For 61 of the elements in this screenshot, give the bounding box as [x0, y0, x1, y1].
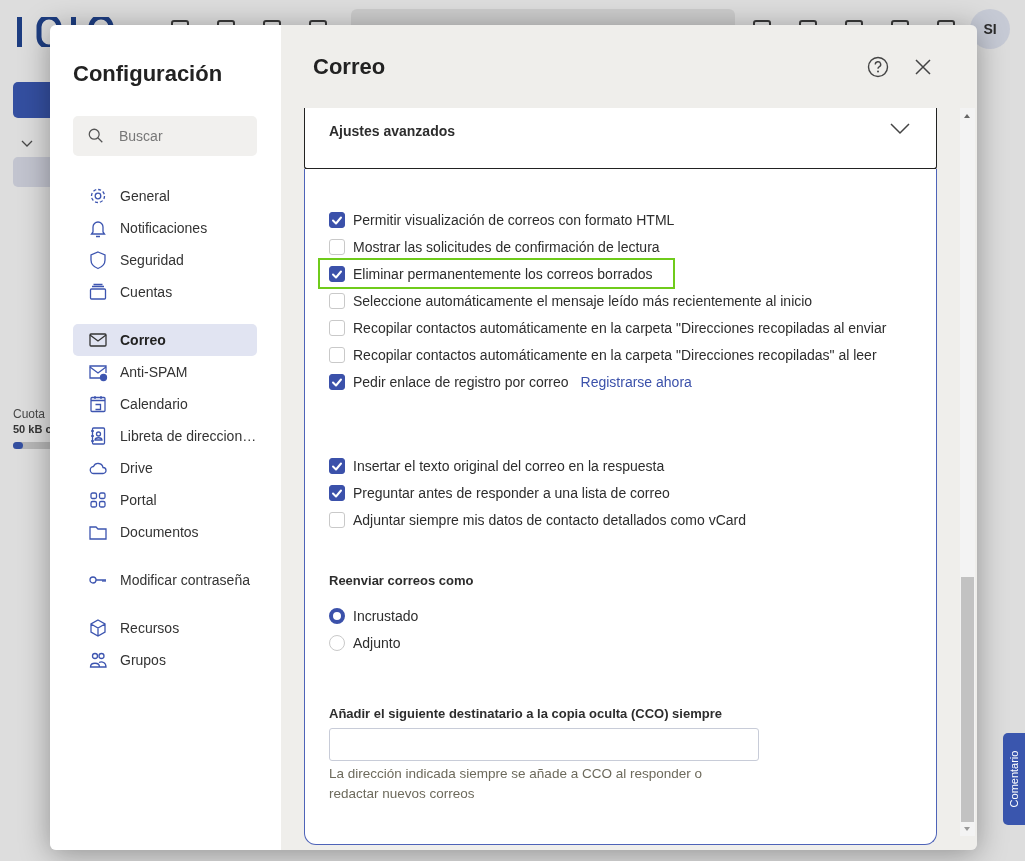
checkbox-label: Recopilar contactos automáticamente en la carpeta "Direcciones recopiladas al enviar	[353, 319, 887, 336]
checkbox-label: Mostrar las solicitudes de confirmación de lectura	[353, 238, 660, 255]
nav-item[interactable]: Anti-SPAM	[73, 356, 257, 388]
nav-item[interactable]: Seguridad	[73, 244, 257, 276]
nav-item[interactable]: Correo	[73, 324, 257, 356]
nav-item[interactable]: Libreta de direccion…	[73, 420, 257, 452]
checkbox[interactable]	[329, 373, 345, 390]
section-title: Correo	[313, 53, 387, 80]
checkbox-label: Seleccione automáticamente el mensaje leído más recientemente al inicio	[353, 292, 813, 309]
nav-item[interactable]: Documentos	[73, 516, 257, 548]
feedback-tab[interactable]: Comentario	[1003, 733, 1025, 825]
nav-item[interactable]: Cuentas	[73, 276, 257, 308]
input-field[interactable]	[329, 728, 759, 761]
help-icon[interactable]	[867, 55, 889, 78]
search-field[interactable]: Buscar	[73, 116, 257, 156]
radio-button[interactable]	[329, 607, 345, 624]
grid-icon	[88, 490, 108, 510]
people-icon	[88, 650, 108, 670]
close-icon[interactable]	[913, 56, 933, 77]
checkbox[interactable]	[329, 457, 345, 474]
section-header-title: Ajustes avanzados	[329, 123, 456, 139]
section-header[interactable]: Ajustes avanzados	[304, 108, 937, 170]
link[interactable]: Registrarse ahora	[580, 373, 692, 390]
nav-item[interactable]: Notificaciones	[73, 212, 257, 244]
search-icon	[87, 127, 105, 145]
chevron-down-icon[interactable]	[21, 140, 33, 147]
chevron-down-icon[interactable]	[890, 123, 910, 135]
radio-label: Adjunto	[353, 634, 401, 651]
checkbox[interactable]	[329, 211, 345, 228]
checkbox-label: Insertar el texto original del correo en la respuesta	[353, 457, 665, 474]
nav-item[interactable]: Calendario	[73, 388, 257, 420]
nav-item[interactable]: Recursos	[73, 612, 257, 644]
checkbox-label: Recopilar contactos automáticamente en la carpeta "Direcciones recopiladas" al leer	[353, 346, 877, 363]
nav-item[interactable]: General	[73, 180, 257, 212]
stacked-tray-icon	[88, 282, 108, 302]
quota-label: Cuota	[13, 407, 46, 421]
nav-item[interactable]: Portal	[73, 484, 257, 516]
checkbox-label: Pedir enlace de registro por correo	[353, 373, 569, 390]
group-label: Reenviar correos como	[329, 573, 475, 588]
shield-icon	[88, 250, 108, 270]
bell-icon	[88, 218, 108, 238]
calendar-icon	[88, 394, 108, 414]
gear-icon	[88, 186, 108, 206]
envelope-minus-icon	[88, 362, 108, 382]
checkbox[interactable]	[329, 265, 345, 282]
envelope-icon	[88, 330, 108, 350]
nav-item[interactable]: Modificar contraseña	[73, 564, 257, 596]
checkbox-label: Eliminar permanentemente los correos borrados	[353, 265, 653, 282]
dialog-title: Configuración	[73, 61, 224, 87]
checkbox[interactable]	[329, 484, 345, 501]
checkbox-label: Permitir visualización de correos con formato HTML	[353, 211, 675, 228]
hint-text: La dirección indicada siempre se añade a CCO al responder o redactar nuevos correos	[329, 765, 703, 803]
radio-label: Incrustado	[353, 607, 419, 624]
contact-book-icon	[88, 426, 108, 446]
checkbox-label: Adjuntar siempre mis datos de contacto detallados como vCard	[353, 511, 746, 528]
field-label: Añadir el siguiente destinatario a la copia oculta (CCO) siempre	[329, 706, 723, 721]
nav-item[interactable]: Grupos	[73, 644, 257, 676]
checkbox-label: Preguntar antes de responder a una lista de correo	[353, 484, 670, 501]
cube-icon	[88, 618, 108, 638]
scrollbar[interactable]	[960, 108, 975, 836]
nav-item[interactable]: Drive	[73, 452, 257, 484]
